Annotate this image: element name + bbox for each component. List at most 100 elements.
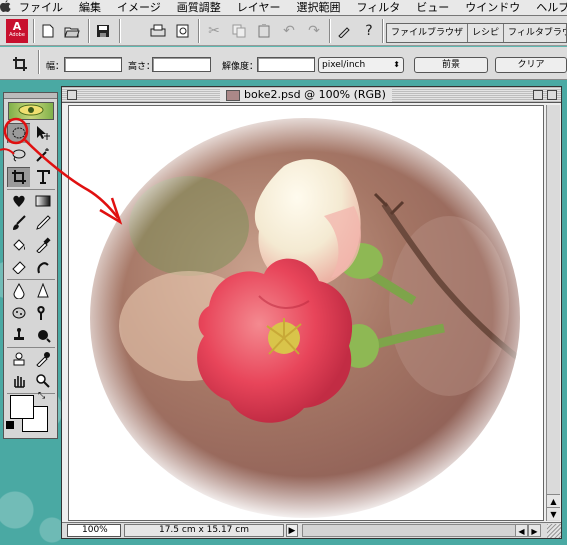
zoom-level-field[interactable]: 100%	[67, 524, 121, 537]
adobe-logo-mark: A	[12, 20, 22, 33]
tab-recipes[interactable]: レシピ	[468, 24, 505, 42]
magic-wand-tool-icon[interactable]	[31, 145, 54, 165]
sharpen-tool-icon[interactable]	[31, 281, 54, 301]
scroll-up-arrow-icon[interactable]: ▲	[547, 494, 560, 507]
height-input[interactable]	[152, 57, 211, 72]
apple-menu-icon[interactable]	[0, 0, 11, 15]
eyedropper-icon[interactable]	[31, 235, 54, 255]
smudge-tool-icon[interactable]	[31, 257, 54, 277]
undo-icon[interactable]: ↶	[279, 21, 299, 41]
tool-divider	[7, 347, 55, 348]
swap-colors-icon[interactable]: ⤡	[38, 391, 45, 401]
pencil-tool-icon[interactable]	[31, 213, 54, 233]
scroll-down-arrow-icon[interactable]: ▼	[547, 507, 560, 520]
redo-icon[interactable]: ↷	[304, 21, 324, 41]
document-titlebar[interactable]: boke2.psd @ 100% (RGB)	[62, 87, 561, 103]
document-title-text: boke2.psd @ 100% (RGB)	[244, 88, 386, 101]
crop-tool-icon[interactable]	[10, 54, 30, 74]
cut-icon[interactable]: ✂	[204, 21, 224, 41]
gradient-tool-icon[interactable]	[31, 191, 54, 211]
tool-palette-titlebar[interactable]	[4, 93, 57, 99]
width-input[interactable]	[64, 57, 122, 72]
adobe-logo-text: Adobe	[9, 32, 25, 38]
menu-select[interactable]: 選択範囲	[288, 0, 348, 16]
resolution-input[interactable]	[257, 57, 315, 72]
options-bar: 幅： 高さ： 解像度： pixel/inch ⬍ 前景 クリア	[0, 47, 567, 80]
type-tool-icon[interactable]	[31, 167, 54, 187]
height-label: 高さ：	[128, 62, 156, 72]
menu-filter[interactable]: フィルタ	[348, 0, 408, 16]
options-separator	[38, 50, 39, 74]
eraser-tool-icon[interactable]	[7, 257, 30, 277]
status-menu-arrow-icon[interactable]: ▶	[286, 524, 298, 537]
tab-file-browser[interactable]: ファイルブラウザ	[387, 24, 469, 42]
print-preview-icon[interactable]	[173, 21, 193, 41]
menu-window[interactable]: ウインドウ	[457, 0, 528, 16]
horizontal-scrollbar[interactable]	[302, 524, 528, 537]
width-label: 幅：	[46, 62, 65, 72]
menu-image[interactable]: イメージ	[109, 0, 169, 16]
blur-tool-icon[interactable]	[7, 281, 30, 301]
image-canvas[interactable]	[68, 105, 544, 521]
select-arrows-icon: ⬍	[393, 60, 400, 69]
copy-icon[interactable]	[229, 21, 249, 41]
document-size-info: 17.5 cm x 15.17 cm	[124, 524, 284, 537]
menu-file[interactable]: ファイル	[11, 0, 71, 16]
front-image-button[interactable]: 前景	[414, 57, 488, 73]
custom-shape-tool-icon[interactable]	[7, 349, 30, 369]
print-icon[interactable]	[148, 21, 168, 41]
zoom-tool-icon[interactable]	[31, 371, 54, 391]
menu-view[interactable]: ビュー	[408, 0, 457, 16]
document-window: boke2.psd @ 100% (RGB) ▲ ▼ 100% 17.5 cm …	[61, 86, 562, 539]
tool-divider	[7, 393, 55, 394]
menu-edit[interactable]: 編集	[71, 0, 109, 16]
save-icon[interactable]	[93, 21, 113, 41]
close-box-icon[interactable]	[67, 90, 77, 100]
zoom-box-icon[interactable]	[533, 90, 543, 100]
foreground-color-swatch[interactable]	[10, 395, 34, 419]
burn-tool-icon[interactable]	[31, 303, 54, 323]
lasso-tool-icon[interactable]	[7, 145, 30, 165]
eyedropper-sample-icon[interactable]	[31, 349, 54, 369]
scroll-left-arrow-icon[interactable]: ◀	[515, 524, 528, 537]
resolution-unit-select[interactable]: pixel/inch ⬍	[318, 57, 404, 73]
default-colors-icon[interactable]	[6, 421, 14, 429]
tool-palette: ⤡	[3, 92, 58, 439]
hand-tool-icon[interactable]	[7, 371, 30, 391]
toolbar-separator	[33, 19, 34, 43]
open-folder-icon[interactable]	[62, 21, 82, 41]
adobe-online-eye-icon[interactable]	[8, 102, 54, 120]
menu-adjust[interactable]: 画質調整	[169, 0, 229, 16]
move-tool-icon[interactable]	[31, 123, 54, 143]
clone-stamp-tool-icon[interactable]	[7, 325, 30, 345]
paint-bucket-tool-icon[interactable]	[7, 235, 30, 255]
red-eye-brush-icon[interactable]	[7, 191, 30, 211]
help-icon[interactable]: ?	[359, 21, 379, 41]
resolution-label: 解像度：	[222, 62, 259, 72]
resize-grip-icon[interactable]	[547, 524, 561, 538]
clear-button[interactable]: クリア	[495, 57, 567, 73]
toolbar-separator	[382, 19, 383, 43]
new-document-icon[interactable]	[38, 21, 58, 41]
vertical-scrollbar[interactable]: ▲ ▼	[546, 105, 560, 521]
menu-help[interactable]: ヘルプ	[528, 0, 567, 16]
resolution-unit-value: pixel/inch	[322, 60, 366, 70]
crop-tool-icon[interactable]	[7, 167, 30, 187]
flower-photo	[69, 106, 543, 520]
elliptical-marquee-tool-icon[interactable]	[7, 123, 30, 143]
brush-tool-icon[interactable]	[7, 213, 30, 233]
paste-icon[interactable]	[254, 21, 274, 41]
scroll-right-arrow-icon[interactable]: ▶	[528, 524, 541, 537]
sponge-tool-icon[interactable]	[7, 303, 30, 323]
collapse-box-icon[interactable]	[547, 90, 557, 100]
toolbar-separator	[119, 19, 120, 43]
tab-filter-browser[interactable]: フィルタブラウザ	[504, 24, 566, 42]
toolbar-separator	[329, 19, 330, 43]
tool-divider	[7, 189, 55, 190]
adobe-logo[interactable]: A Adobe	[6, 19, 28, 43]
document-status-bar: 100% 17.5 cm x 15.17 cm ▶ ◀ ▶	[62, 522, 561, 538]
eyedropper-tool-icon[interactable]	[334, 21, 354, 41]
selection-brush-icon[interactable]	[31, 325, 54, 345]
psd-file-icon	[226, 89, 240, 101]
menu-layer[interactable]: レイヤー	[229, 0, 289, 16]
